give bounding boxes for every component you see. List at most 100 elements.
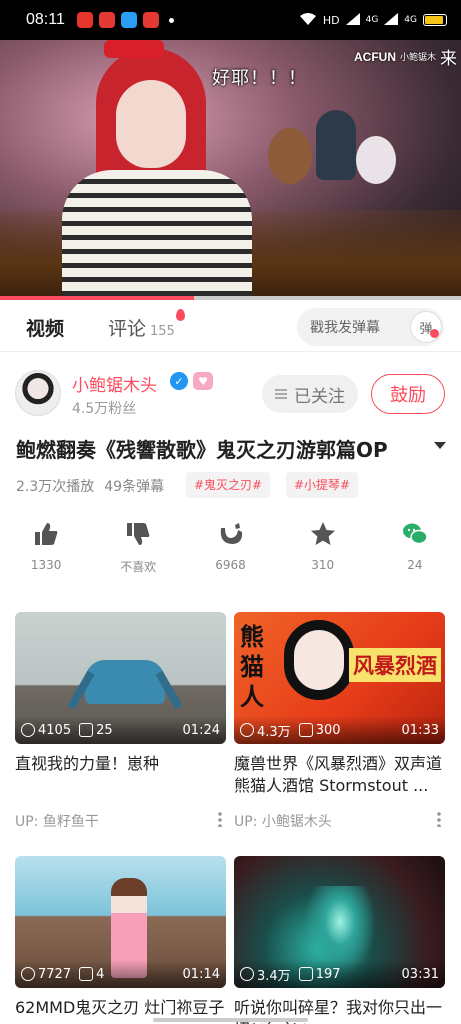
- like-button[interactable]: 1330: [0, 518, 92, 578]
- video-danmaku-count: 25: [96, 722, 113, 738]
- tab-video[interactable]: 视频: [24, 314, 68, 345]
- signal-label: 4G: [365, 15, 379, 25]
- tab-comments[interactable]: 评论 155: [108, 314, 175, 341]
- app-notification-icon: [76, 12, 93, 28]
- thumbs-up-icon: [35, 523, 58, 545]
- watermark-name: 小鲍锯木: [399, 53, 436, 63]
- gesture-bar[interactable]: [153, 1018, 308, 1022]
- hot-flame-icon: [176, 309, 185, 321]
- video-duration: 01:14: [182, 966, 220, 982]
- app-notification-icon: [120, 12, 137, 28]
- video-title: 鲍燃翻奏《残響散歌》鬼灭之刃游郭篇OP: [16, 438, 388, 462]
- video-play-count: 4105: [38, 722, 72, 738]
- tag-chip[interactable]: #小提琴#: [286, 472, 359, 498]
- favorite-button[interactable]: 310: [277, 518, 369, 578]
- video-card[interactable]: 7727 4 01:14 62MMD鬼灭之刃 灶门祢豆子: [15, 856, 226, 1024]
- video-player[interactable]: 好耶！！！ ACFUN 小鲍锯木 来: [0, 40, 461, 300]
- danmaku-off-indicator: [430, 329, 439, 338]
- video-thumbnail: 4105 25 01:24: [15, 612, 226, 744]
- video-card-uploader: UP: 小鲍锯木头: [234, 814, 332, 830]
- play-count-icon: [240, 723, 254, 737]
- dislike-label: 不喜欢: [120, 560, 157, 574]
- banana-count: 6968: [215, 558, 246, 572]
- avatar[interactable]: [15, 370, 61, 416]
- video-stats: 2.3万次播放 49条弹幕: [16, 476, 164, 496]
- video-duration: 01:33: [401, 722, 439, 738]
- clock: 08:11: [26, 11, 65, 28]
- danmaku-count-icon: [79, 723, 94, 737]
- video-play-count: 7727: [38, 966, 72, 982]
- video-duration: 03:31: [401, 966, 439, 982]
- danmaku-toggle-button[interactable]: 弹: [410, 311, 442, 343]
- danmaku-input[interactable]: 戳我发弹幕 弹: [297, 308, 444, 346]
- video-card-uploader: UP: 鱼籽鱼干: [15, 814, 99, 830]
- video-play-count: 4.3万: [257, 724, 291, 740]
- more-options-icon[interactable]: [218, 811, 222, 827]
- status-icons: HD 4G 4G: [299, 12, 447, 29]
- action-bar: 1330 不喜欢 6968 310 24: [0, 518, 461, 578]
- wechat-icon: [402, 523, 428, 545]
- uploader-name[interactable]: 小鲍锯木头: [72, 371, 157, 396]
- signal-label: 4G: [404, 15, 417, 25]
- banana-icon: [220, 523, 242, 544]
- danmaku-count-icon: [298, 967, 313, 981]
- tag-chip[interactable]: #鬼灭之刃#: [186, 472, 271, 498]
- comment-count: 155: [150, 324, 175, 339]
- more-options-icon[interactable]: [437, 811, 441, 827]
- danmaku-count-icon: [79, 967, 94, 981]
- signal-icon: [384, 12, 399, 28]
- watermark-text: 来: [440, 49, 457, 69]
- tab-comments-label: 评论: [108, 318, 147, 340]
- battery-icon: [423, 14, 447, 26]
- wifi-icon: [299, 12, 317, 29]
- followed-label: 已关注: [294, 386, 345, 407]
- share-wechat-button[interactable]: 24: [369, 518, 461, 578]
- video-card[interactable]: 熊猫人 风暴烈酒 4.3万 300 01:33 魔兽世界《风暴烈酒》双声道 熊猫…: [234, 612, 445, 831]
- video-thumbnail: 7727 4 01:14: [15, 856, 226, 988]
- video-play-count: 3.4万: [257, 968, 291, 984]
- thumbs-down-icon: [127, 523, 150, 545]
- verified-badge-icon: ✓: [170, 372, 188, 390]
- menu-lines-icon: [275, 389, 287, 399]
- thumbnail-text: 熊猫人: [240, 623, 264, 711]
- watermark: ACFUN 小鲍锯木 来: [354, 44, 457, 69]
- play-count-icon: [21, 723, 35, 737]
- tab-video-label: 视频: [26, 318, 65, 340]
- favorite-count: 310: [311, 558, 335, 572]
- tab-bar: 视频 评论 155 戳我发弹幕 弹: [0, 300, 461, 352]
- fan-count: 4.5万粉丝: [72, 401, 137, 417]
- acfun-logo: ACFUN: [353, 49, 396, 64]
- danmaku-count-icon: [298, 723, 313, 737]
- star-icon: [310, 522, 335, 545]
- thumbnail-meta: 4105 25 01:24: [15, 716, 226, 744]
- video-card-title: 魔兽世界《风暴烈酒》双声道 熊猫人酒馆 Stormstout ...: [234, 754, 443, 795]
- network-type: HD: [322, 13, 340, 27]
- video-danmaku-count: 300: [315, 722, 341, 738]
- danmaku-input-placeholder: 戳我发弹幕: [310, 320, 380, 336]
- status-bar: 08:11 HD 4G 4G: [0, 0, 461, 40]
- app-notification-icon: [142, 12, 159, 28]
- banana-button[interactable]: 6968: [184, 518, 276, 578]
- video-danmaku-count: 4: [96, 966, 105, 982]
- medal-badge-icon: ♥: [193, 372, 213, 390]
- video-danmaku-count: 197: [315, 966, 341, 982]
- video-card[interactable]: 3.4万 197 03:31 听说你叫碎星？我对你只出一招(ﾉ´▽`)ﾉ: [234, 856, 445, 1024]
- expand-arrow-icon[interactable]: [434, 442, 446, 449]
- dislike-button[interactable]: 不喜欢: [92, 518, 184, 578]
- app-notification-icon: [98, 12, 115, 28]
- video-duration: 01:24: [182, 722, 220, 738]
- danmaku-comment: 好耶！！！: [212, 68, 307, 89]
- like-count: 1330: [30, 558, 62, 572]
- share-count: 24: [407, 558, 423, 572]
- video-thumbnail: 熊猫人 风暴烈酒 4.3万 300 01:33: [234, 612, 445, 744]
- cheer-button[interactable]: 鼓励: [371, 374, 445, 414]
- thumbnail-meta: 3.4万 197 03:31: [234, 960, 445, 988]
- video-card[interactable]: 4105 25 01:24 直视我的力量！崽种 UP: 鱼籽鱼干: [15, 612, 226, 831]
- video-thumbnail: 3.4万 197 03:31: [234, 856, 445, 988]
- play-count: 2.3万次播放: [16, 479, 95, 495]
- danmaku-count: 49条弹幕: [104, 479, 165, 495]
- followed-button[interactable]: 已关注: [262, 375, 358, 413]
- video-card-title: 直视我的力量！崽种: [15, 754, 160, 773]
- play-count-icon: [240, 967, 254, 981]
- thumbnail-text: 风暴烈酒: [349, 648, 441, 682]
